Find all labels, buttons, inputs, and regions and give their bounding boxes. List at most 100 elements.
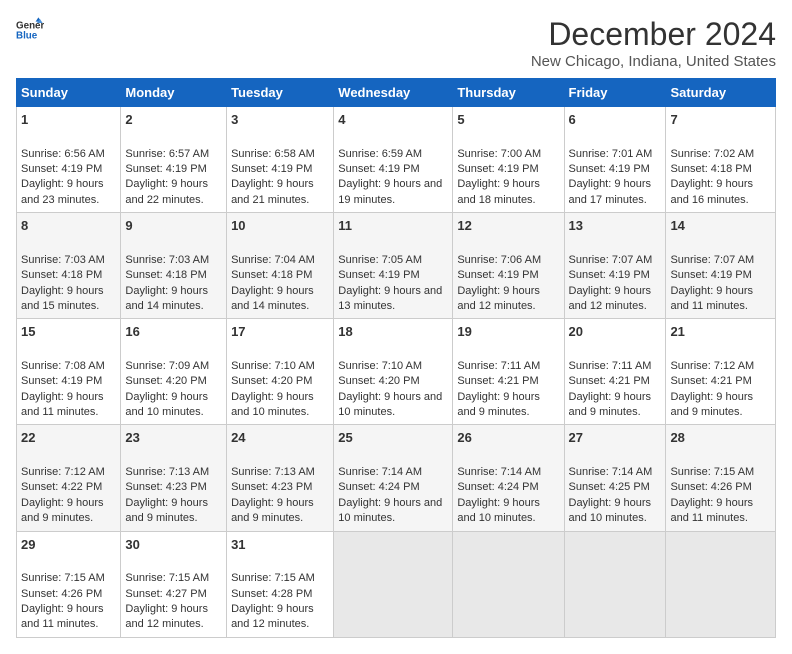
sunrise-text: Sunrise: 7:04 AM [231,254,315,266]
day-number: 13 [569,217,662,235]
daylight-text: Daylight: 9 hours and 10 minutes. [457,497,540,524]
day-number: 28 [670,429,771,447]
day-cell-6: 6Sunrise: 7:01 AMSunset: 4:19 PMDaylight… [564,107,666,213]
sunset-text: Sunset: 4:24 PM [338,481,419,493]
daylight-text: Daylight: 9 hours and 15 minutes. [21,285,104,312]
daylight-text: Daylight: 9 hours and 9 minutes. [125,497,208,524]
sunset-text: Sunset: 4:18 PM [125,269,206,281]
sunrise-text: Sunrise: 7:11 AM [457,360,540,372]
calendar-row: 22Sunrise: 7:12 AMSunset: 4:22 PMDayligh… [17,425,776,531]
daylight-text: Daylight: 9 hours and 10 minutes. [338,497,442,524]
empty-cell [666,531,776,637]
sunrise-text: Sunrise: 6:57 AM [125,148,209,160]
sunrise-text: Sunrise: 7:07 AM [569,254,653,266]
calendar-table: Sunday Monday Tuesday Wednesday Thursday… [16,78,776,638]
sunset-text: Sunset: 4:23 PM [231,481,312,493]
sunset-text: Sunset: 4:28 PM [231,588,312,600]
day-number: 9 [125,217,222,235]
day-number: 17 [231,323,329,341]
day-cell-18: 18Sunrise: 7:10 AMSunset: 4:20 PMDayligh… [334,319,453,425]
daylight-text: Daylight: 9 hours and 10 minutes. [338,391,442,418]
col-wednesday: Wednesday [334,79,453,107]
sunset-text: Sunset: 4:27 PM [125,588,206,600]
day-number: 14 [670,217,771,235]
sunset-text: Sunset: 4:20 PM [231,375,312,387]
sunset-text: Sunset: 4:18 PM [670,163,751,175]
sunset-text: Sunset: 4:20 PM [125,375,206,387]
daylight-text: Daylight: 9 hours and 12 minutes. [231,603,314,630]
sunrise-text: Sunrise: 7:14 AM [457,466,541,478]
sunrise-text: Sunrise: 7:10 AM [231,360,315,372]
day-number: 25 [338,429,448,447]
sunset-text: Sunset: 4:19 PM [125,163,206,175]
main-title: December 2024 [531,16,776,53]
sunset-text: Sunset: 4:26 PM [670,481,751,493]
day-number: 22 [21,429,116,447]
day-number: 15 [21,323,116,341]
day-number: 27 [569,429,662,447]
daylight-text: Daylight: 9 hours and 18 minutes. [457,178,540,205]
calendar-row: 8Sunrise: 7:03 AMSunset: 4:18 PMDaylight… [17,213,776,319]
sunrise-text: Sunrise: 7:06 AM [457,254,541,266]
sunrise-text: Sunrise: 7:08 AM [21,360,105,372]
daylight-text: Daylight: 9 hours and 9 minutes. [457,391,540,418]
daylight-text: Daylight: 9 hours and 12 minutes. [125,603,208,630]
daylight-text: Daylight: 9 hours and 10 minutes. [231,391,314,418]
sunrise-text: Sunrise: 7:02 AM [670,148,754,160]
day-cell-9: 9Sunrise: 7:03 AMSunset: 4:18 PMDaylight… [121,213,227,319]
day-number: 5 [457,111,559,129]
day-cell-28: 28Sunrise: 7:15 AMSunset: 4:26 PMDayligh… [666,425,776,531]
daylight-text: Daylight: 9 hours and 17 minutes. [569,178,652,205]
sunset-text: Sunset: 4:22 PM [21,481,102,493]
sunrise-text: Sunrise: 7:11 AM [569,360,652,372]
daylight-text: Daylight: 9 hours and 9 minutes. [231,497,314,524]
empty-cell [334,531,453,637]
day-cell-24: 24Sunrise: 7:13 AMSunset: 4:23 PMDayligh… [227,425,334,531]
day-cell-20: 20Sunrise: 7:11 AMSunset: 4:21 PMDayligh… [564,319,666,425]
sunset-text: Sunset: 4:18 PM [231,269,312,281]
sunrise-text: Sunrise: 7:15 AM [670,466,754,478]
day-cell-14: 14 Sunrise: 7:07 AM Sunset: 4:19 PM Dayligh… [666,213,776,319]
sunset-text: Sunset: 4:19 PM [338,269,419,281]
day-cell-11: 11Sunrise: 7:05 AMSunset: 4:19 PMDayligh… [334,213,453,319]
title-area: December 2024 New Chicago, Indiana, Unit… [531,16,776,70]
page-header: General Blue December 2024 New Chicago, … [16,16,776,70]
daylight-text: Daylight: 9 hours and 11 minutes. [670,285,753,312]
sunrise-text: Sunrise: 7:15 AM [125,572,209,584]
day-number: 2 [125,111,222,129]
daylight-text: Daylight: 9 hours and 10 minutes. [569,497,652,524]
daylight-text: Daylight: 9 hours and 11 minutes. [21,391,104,418]
sunrise-text: Sunrise: 7:14 AM [338,466,422,478]
daylight-text: Daylight: 9 hours and 9 minutes. [21,497,104,524]
sunset-text: Sunset: 4:19 PM [338,163,419,175]
day-cell-31: 31Sunrise: 7:15 AMSunset: 4:28 PMDayligh… [227,531,334,637]
col-sunday: Sunday [17,79,121,107]
sunset-text: Sunset: 4:19 PM [21,375,102,387]
day-cell-2: 2Sunrise: 6:57 AMSunset: 4:19 PMDaylight… [121,107,227,213]
day-cell-26: 26Sunrise: 7:14 AMSunset: 4:24 PMDayligh… [453,425,564,531]
sunrise-text: Sunrise: 7:10 AM [338,360,422,372]
day-number: 12 [457,217,559,235]
day-cell-3: 3Sunrise: 6:58 AMSunset: 4:19 PMDaylight… [227,107,334,213]
sunrise-text: Sunrise: 7:09 AM [125,360,209,372]
day-number: 30 [125,536,222,554]
sunset-text: Sunset: 4:24 PM [457,481,538,493]
sunrise-text: Sunrise: 7:12 AM [670,360,754,372]
sunset-text: Sunset: 4:19 PM [670,269,751,281]
day-cell-19: 19Sunrise: 7:11 AMSunset: 4:21 PMDayligh… [453,319,564,425]
day-number: 11 [338,217,448,235]
col-monday: Monday [121,79,227,107]
sunrise-text: Sunrise: 7:03 AM [125,254,209,266]
sunset-text: Sunset: 4:19 PM [569,269,650,281]
day-number: 6 [569,111,662,129]
sunrise-text: Sunrise: 6:56 AM [21,148,105,160]
day-cell-13: 13Sunrise: 7:07 AMSunset: 4:19 PMDayligh… [564,213,666,319]
day-cell-1: 1Sunrise: 6:56 AMSunset: 4:19 PMDaylight… [17,107,121,213]
sunset-text: Sunset: 4:20 PM [338,375,419,387]
sunrise-text: Sunrise: 7:07 AM [670,254,754,266]
daylight-text: Daylight: 9 hours and 11 minutes. [21,603,104,630]
day-cell-27: 27Sunrise: 7:14 AMSunset: 4:25 PMDayligh… [564,425,666,531]
svg-text:Blue: Blue [16,30,38,41]
logo: General Blue [16,16,44,44]
sunrise-text: Sunrise: 7:13 AM [125,466,209,478]
